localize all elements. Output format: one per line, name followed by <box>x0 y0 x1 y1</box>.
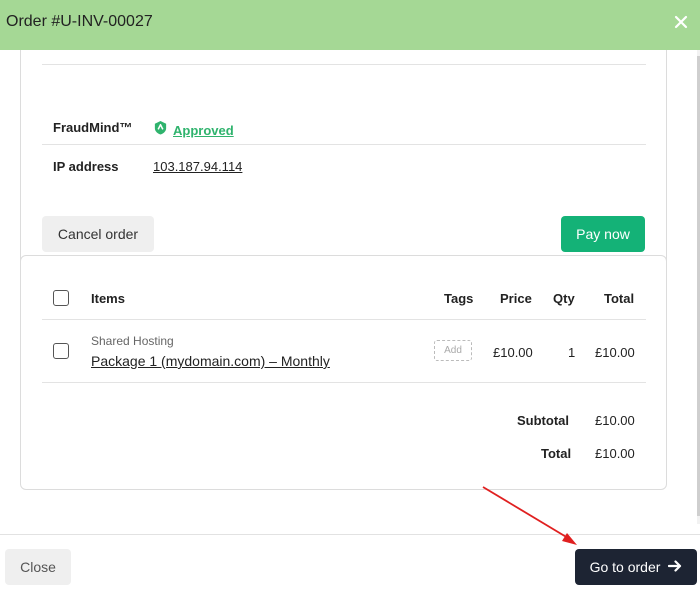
item-name-link[interactable]: Package 1 (mydomain.com) – Monthly <box>91 353 330 369</box>
items-card: Items Tags Price Qty Total Shared Hostin… <box>20 255 667 490</box>
fraud-label: FraudMind™ <box>53 120 133 135</box>
subtotal-value: £10.00 <box>595 413 635 428</box>
close-button[interactable]: Close <box>5 549 71 585</box>
total-value: £10.00 <box>595 446 635 461</box>
subtotal-label: Subtotal <box>517 413 569 428</box>
pay-now-button[interactable]: Pay now <box>561 216 645 252</box>
arrow-right-icon <box>668 559 682 576</box>
ip-address-link[interactable]: 103.187.94.114 <box>153 159 242 174</box>
item-qty: 1 <box>568 345 576 360</box>
fraud-status-link[interactable]: Approved <box>173 123 234 138</box>
tags-header: Tags <box>444 291 474 306</box>
item-total: £10.00 <box>595 345 635 360</box>
item-category: Shared Hosting <box>91 334 174 348</box>
modal-body[interactable]: FraudMind™ Approved IP address 103.187.9… <box>0 50 700 534</box>
go-to-order-label: Go to order <box>589 559 661 575</box>
fraud-status: Approved <box>153 120 234 140</box>
cancel-order-button[interactable]: Cancel order <box>42 216 154 252</box>
divider <box>42 319 646 320</box>
modal-title: Order #U-INV-00027 <box>6 13 153 30</box>
row-checkbox[interactable] <box>53 343 69 359</box>
total-header: Total <box>604 291 635 306</box>
select-all-checkbox[interactable] <box>53 290 69 306</box>
order-summary-card: FraudMind™ Approved IP address 103.187.9… <box>20 50 667 276</box>
price-header: Price <box>500 291 532 306</box>
item-price: £10.00 <box>493 345 533 360</box>
ip-label: IP address <box>53 159 119 174</box>
divider <box>42 382 646 383</box>
close-icon[interactable] <box>670 11 692 33</box>
add-tag-button[interactable]: Add <box>434 340 472 361</box>
divider <box>42 144 646 145</box>
total-label: Total <box>541 446 572 461</box>
modal-header: Order #U-INV-00027 <box>0 0 700 50</box>
go-to-order-button[interactable]: Go to order <box>575 549 697 585</box>
qty-header: Qty <box>553 291 575 306</box>
shield-icon <box>153 120 168 140</box>
modal-footer: Close Go to order <box>0 534 700 598</box>
divider <box>42 64 646 65</box>
items-header: Items <box>91 291 125 306</box>
